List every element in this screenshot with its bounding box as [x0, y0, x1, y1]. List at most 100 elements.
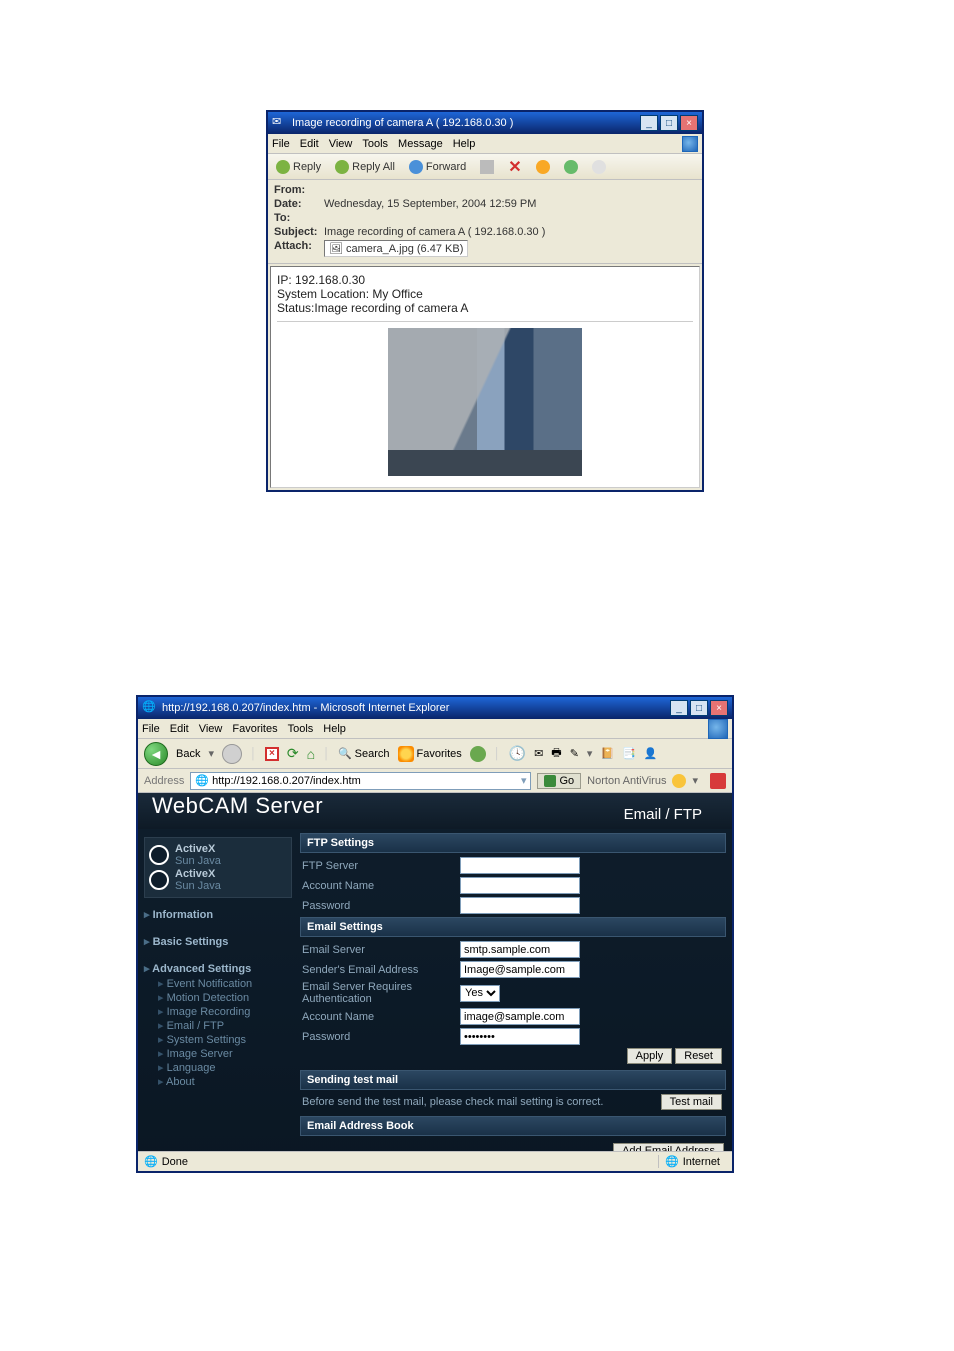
messenger-button[interactable]: 👤	[644, 747, 658, 760]
menu-edit[interactable]: Edit	[300, 138, 319, 150]
subject-value: Image recording of camera A ( 192.168.0.…	[324, 226, 545, 238]
mode-activex[interactable]: ActiveX	[175, 843, 221, 855]
discuss-button[interactable]: 📑	[622, 747, 636, 760]
norton-label: Norton AntiVirus	[587, 775, 666, 787]
go-button[interactable]: Go	[537, 773, 581, 789]
links-icon[interactable]	[710, 773, 726, 789]
reply-all-button[interactable]: Reply All	[331, 158, 399, 176]
camera-mode-panel: ActiveX Sun Java ActiveX Sun Java	[144, 837, 292, 898]
email-server-input[interactable]	[460, 941, 580, 958]
ftp-account-input[interactable]	[460, 877, 580, 894]
stop-button[interactable]: ×	[265, 747, 279, 761]
internet-zone-label: Internet	[683, 1156, 720, 1168]
minimize-button[interactable]: _	[640, 115, 658, 131]
research-button[interactable]: 📔	[600, 747, 614, 760]
nav-information[interactable]: Information	[144, 908, 292, 921]
page-done-icon: 🌐	[144, 1155, 158, 1168]
mode-sunjava[interactable]: Sun Java	[175, 880, 221, 892]
mode-activex[interactable]: ActiveX	[175, 868, 221, 880]
menu-edit[interactable]: Edit	[170, 723, 189, 735]
attachment-icon: 🖼	[329, 242, 343, 255]
menu-tools[interactable]: Tools	[362, 138, 388, 150]
menu-message[interactable]: Message	[398, 138, 443, 150]
media-button[interactable]	[470, 746, 486, 762]
camera-row: ActiveX Sun Java	[149, 843, 287, 867]
menu-file[interactable]: File	[272, 138, 290, 150]
nav-basic-settings[interactable]: Basic Settings	[144, 935, 292, 948]
menu-help[interactable]: Help	[453, 138, 476, 150]
page-header: WebCAM Server Email / FTP	[138, 793, 732, 829]
refresh-button[interactable]: ⟳	[287, 745, 299, 762]
nav-language[interactable]: Language	[144, 1061, 292, 1074]
mail-button[interactable]: ✉	[534, 747, 543, 760]
ie-browser-window: 🌐 http://192.168.0.207/index.htm - Micro…	[136, 695, 734, 1173]
nav-system-settings[interactable]: System Settings	[144, 1033, 292, 1046]
up-arrow-icon	[536, 160, 550, 174]
menu-view[interactable]: View	[199, 723, 223, 735]
nav-image-server[interactable]: Image Server	[144, 1047, 292, 1060]
reply-button[interactable]: Reply	[272, 158, 325, 176]
edit-button[interactable]: ✎	[570, 747, 579, 760]
ftp-settings-header: FTP Settings	[300, 833, 726, 853]
prev-button[interactable]	[532, 158, 554, 176]
toolbar: ◄ Back ▾ │ × ⟳ ⌂ │ 🔍 Search Favorites │ …	[138, 739, 732, 769]
menu-tools[interactable]: Tools	[288, 723, 314, 735]
email-account-input[interactable]	[460, 1008, 580, 1025]
date-value: Wednesday, 15 September, 2004 12:59 PM	[324, 198, 536, 210]
test-mail-button[interactable]: Test mail	[661, 1094, 722, 1110]
close-button[interactable]: ×	[710, 700, 728, 716]
menu-view[interactable]: View	[329, 138, 353, 150]
ftp-server-input[interactable]	[460, 857, 580, 874]
nav-advanced-settings[interactable]: Advanced Settings	[144, 962, 292, 975]
menu-favorites[interactable]: Favorites	[232, 723, 277, 735]
reply-all-icon	[335, 160, 349, 174]
nav-image-recording[interactable]: Image Recording	[144, 1005, 292, 1018]
reset-button[interactable]: Reset	[675, 1048, 722, 1064]
addressbook-button[interactable]	[588, 158, 610, 176]
print-button[interactable]: 🖶	[551, 744, 561, 763]
address-dropdown-icon[interactable]: ▾	[521, 774, 527, 787]
minimize-button[interactable]: _	[670, 700, 688, 716]
date-label: Date:	[274, 198, 324, 210]
nav-motion-detection[interactable]: Motion Detection	[144, 991, 292, 1004]
favorites-button[interactable]: Favorites	[398, 746, 462, 762]
attachment[interactable]: 🖼 camera_A.jpg (6.47 KB)	[324, 240, 468, 257]
test-mail-note: Before send the test mail, please check …	[300, 1094, 661, 1110]
email-auth-select[interactable]: Yes	[460, 985, 500, 1002]
address-value: http://192.168.0.207/index.htm	[212, 775, 361, 787]
email-password-input[interactable]	[460, 1028, 580, 1045]
home-button[interactable]: ⌂	[307, 746, 315, 762]
norton-icon[interactable]	[672, 774, 686, 788]
add-email-address-button[interactable]: Add Email Address	[613, 1143, 724, 1151]
down-arrow-icon	[564, 160, 578, 174]
menu-file[interactable]: File	[142, 723, 160, 735]
tools-dropdown-icon[interactable]: ▾	[587, 747, 593, 760]
forward-icon	[409, 160, 423, 174]
window-controls: _ □ ×	[640, 115, 698, 131]
forward-button[interactable]	[222, 744, 242, 764]
email-server-label: Email Server	[300, 944, 460, 956]
back-button[interactable]: ◄	[144, 742, 168, 766]
back-dropdown-icon[interactable]: ▾	[208, 747, 214, 760]
sender-address-input[interactable]	[460, 961, 580, 978]
history-button[interactable]: 🕓	[509, 745, 526, 762]
mode-sunjava[interactable]: Sun Java	[175, 855, 221, 867]
nav-event-notification[interactable]: Event Notification	[144, 977, 292, 990]
next-button[interactable]	[560, 158, 582, 176]
close-button[interactable]: ×	[680, 115, 698, 131]
search-button[interactable]: 🔍 Search	[338, 747, 390, 760]
address-input[interactable]: 🌐 http://192.168.0.207/index.htm ▾	[190, 772, 531, 790]
nav-about[interactable]: About	[144, 1075, 292, 1088]
print-button[interactable]	[476, 158, 498, 176]
forward-button[interactable]: Forward	[405, 158, 470, 176]
email-account-label: Account Name	[300, 1011, 460, 1023]
body-line-ip: IP: 192.168.0.30	[277, 273, 693, 287]
apply-button[interactable]: Apply	[627, 1048, 673, 1064]
maximize-button[interactable]: □	[660, 115, 678, 131]
nav-email-ftp[interactable]: Email / FTP	[144, 1019, 292, 1032]
maximize-button[interactable]: □	[690, 700, 708, 716]
menu-help[interactable]: Help	[323, 723, 346, 735]
delete-button[interactable]: ✕	[504, 155, 525, 179]
norton-dropdown-icon[interactable]: ▾	[692, 774, 698, 787]
ftp-password-input[interactable]	[460, 897, 580, 914]
